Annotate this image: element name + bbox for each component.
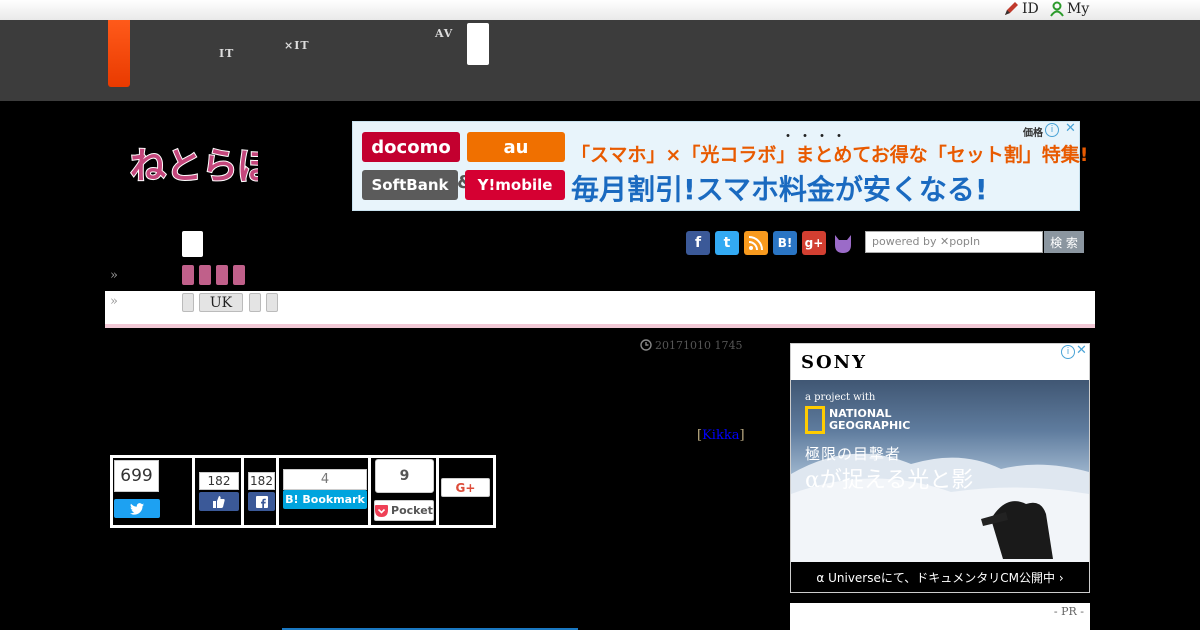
category-chip[interactable] (216, 265, 228, 285)
tag-uk[interactable]: UK (199, 293, 243, 312)
sony-adchoices-icon[interactable]: i (1061, 345, 1075, 359)
twitter-bird-icon (130, 502, 144, 515)
ad-au: au (467, 132, 565, 162)
pocket-count: 9 (375, 459, 434, 493)
ad-price-label: 価格 (1023, 128, 1043, 139)
twitter-share-button[interactable] (114, 499, 160, 518)
ad-softbank: SoftBank (362, 170, 458, 200)
category-chip[interactable] (199, 265, 211, 285)
facebook-share-button[interactable] (248, 492, 275, 511)
site-logo[interactable]: ねとらぼ (128, 138, 275, 190)
sony-ad-close-icon[interactable]: ✕ (1076, 343, 1087, 358)
ad-docomo: docomo (362, 132, 460, 162)
hatena-bookmark-button[interactable]: B! Bookmark (283, 490, 367, 509)
nav-item-x-it[interactable]: ×IT (284, 28, 320, 52)
sony-title-1: 極限の目撃者 (805, 445, 902, 463)
rss-glyph (748, 236, 763, 251)
search-input[interactable]: powered by ✕popIn (865, 231, 1043, 253)
ad-close-icon[interactable]: ✕ (1065, 121, 1076, 136)
facebook-icon[interactable]: f (686, 231, 710, 255)
natgeo-line2: GEOGRAPHIC (829, 419, 911, 432)
nav-item-x-it-line2: ×IT (284, 39, 310, 52)
natgeo-logo-icon (805, 406, 825, 434)
facebook-count: 182 (248, 472, 275, 490)
nettorabo-logo: ねとらぼ (129, 145, 275, 188)
clock-icon (640, 339, 652, 351)
tag-button[interactable] (182, 293, 194, 312)
pocket-label: Pocket (391, 504, 433, 517)
nav-item-av[interactable]: AV (435, 28, 459, 52)
twitter-icon[interactable]: t (715, 231, 739, 255)
author-link[interactable]: Kikka (702, 428, 739, 443)
my-link[interactable]: My (1050, 1, 1089, 17)
tag-button[interactable] (249, 293, 261, 312)
author-credit: [Kikka] (697, 428, 745, 443)
nav-item-it[interactable]: IT (219, 28, 243, 60)
my-link-label: My (1067, 1, 1090, 17)
adchoices-icon[interactable]: i (1045, 123, 1059, 137)
global-nav (0, 20, 1200, 101)
nav-home-tab[interactable] (108, 20, 130, 87)
ad-headline-2: 毎月割引!スマホ料金が安くなる! (571, 173, 988, 206)
cat-icon[interactable] (831, 231, 855, 255)
svg-text:ねとらぼ: ねとらぼ (130, 146, 258, 187)
like-count: 182 (199, 472, 239, 490)
pencil-icon (1005, 2, 1018, 15)
pocket-icon (375, 504, 389, 517)
hatena-count: 4 (283, 469, 367, 490)
google-plus-icon[interactable]: g+ (802, 231, 826, 255)
sony-ad-header: SONY i ✕ (791, 343, 1089, 380)
id-link-label: ID (1022, 1, 1039, 17)
nav-menu-button[interactable] (467, 23, 489, 65)
facebook-f-icon (255, 495, 268, 508)
publish-date: 20171010 1745 (655, 339, 743, 352)
search-button[interactable]: 検 索 (1044, 231, 1084, 253)
ad-headline-1: 「スマホ」×「光コラボ」まとめてお得な「セット割」特集! (571, 144, 1089, 166)
chevron-icon: » (110, 294, 118, 309)
pr-label: - PR - (1053, 605, 1084, 618)
tag-button[interactable] (266, 293, 278, 312)
natgeo-name: NATIONAL GEOGRAPHIC (829, 408, 910, 432)
category-chip[interactable] (233, 265, 245, 285)
nav-item-it-line1 (219, 28, 243, 40)
nav-item-it-line2: IT (219, 47, 235, 60)
category-selector[interactable] (182, 231, 203, 257)
chevron-icon: » (110, 268, 118, 283)
user-icon (1050, 1, 1064, 17)
credit-close: ] (739, 428, 745, 443)
sony-title-2: αが捉える光と影 (805, 468, 974, 493)
rss-icon[interactable] (744, 231, 768, 255)
sony-brand: SONY (801, 352, 867, 373)
pocket-button[interactable]: Pocket (374, 500, 434, 521)
google-plus-share-button[interactable]: G+ (441, 478, 490, 497)
twitter-count: 699 (114, 460, 159, 492)
sony-tagline: a project with (805, 392, 876, 403)
carrier-ad-banner[interactable]: docomo au SoftBank & Y!mobile 価格 i ✕ ・・・… (352, 121, 1088, 211)
facebook-like-button[interactable] (199, 492, 239, 511)
ad-ymobile: Y!mobile (465, 170, 565, 200)
pr-box: - PR - (790, 603, 1090, 630)
id-link[interactable]: ID (1003, 1, 1039, 17)
hatena-icon[interactable]: B! (773, 231, 797, 255)
sony-ad-footer[interactable]: α Universeにて、ドキュメンタリCM公開中 › (791, 562, 1089, 592)
category-chip[interactable] (182, 265, 194, 285)
cat-glyph (835, 235, 851, 253)
thumbs-up-icon (213, 495, 225, 508)
nav-item-av-line2 (435, 40, 459, 52)
